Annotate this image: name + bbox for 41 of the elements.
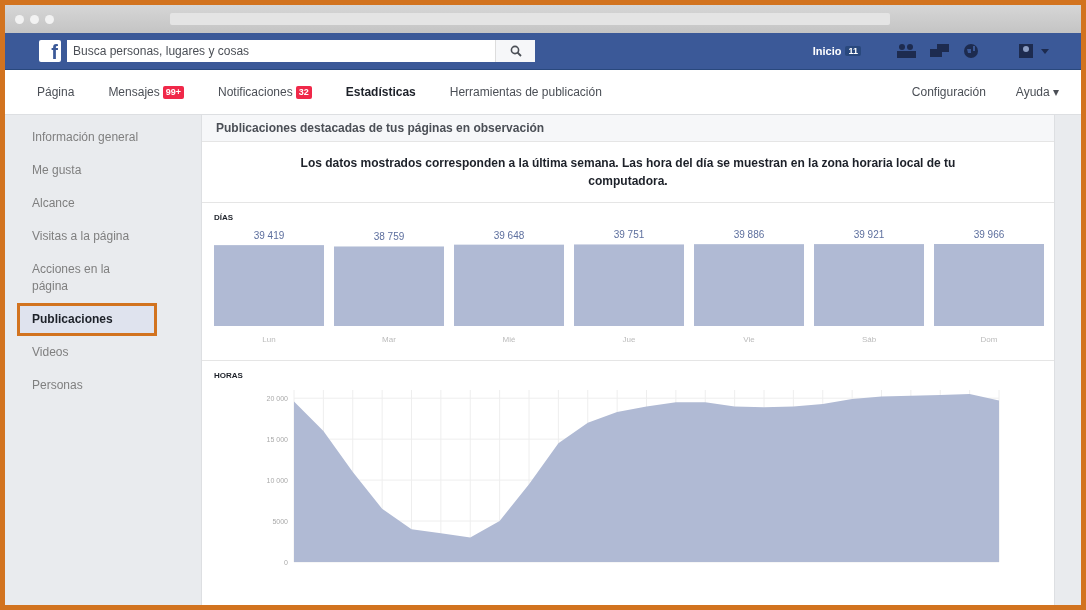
bar-value: 39 751 <box>613 229 645 241</box>
bar-value: 39 648 <box>493 229 525 241</box>
bar-value: 39 921 <box>853 229 885 241</box>
count-badge: 11 <box>845 46 861 56</box>
tab[interactable]: Mensajes 99+ <box>108 85 184 99</box>
count-badge: 99+ <box>162 85 184 99</box>
tab[interactable]: Notificaciones 32 <box>218 85 312 99</box>
search-button[interactable] <box>495 40 535 62</box>
tab[interactable]: Página <box>37 85 75 99</box>
logo[interactable]: f <box>39 40 61 62</box>
menu-link[interactable]: Ayuda ▾ <box>1015 85 1059 99</box>
bar-value: 38 759 <box>373 231 405 243</box>
count-badge: 32 <box>295 85 312 99</box>
tab[interactable]: Herramientas de publicación <box>449 85 602 99</box>
bar-value: 39 966 <box>973 229 1005 240</box>
bar-value: 39 886 <box>733 229 765 241</box>
axis-label: Mar <box>382 335 396 344</box>
axis-label: Dom <box>980 335 998 344</box>
search-field[interactable]: Busca personas, lugares y cosas <box>67 40 495 62</box>
sidebar-item[interactable]: Me gusta <box>17 154 157 187</box>
sidebar-item[interactable]: Información general <box>17 121 157 154</box>
home-link[interactable]: Inicio 11 <box>806 44 867 58</box>
globe-icon <box>963 43 979 59</box>
menu-link[interactable]: Configuración <box>911 85 986 99</box>
sidebar-item[interactable]: Acciones en la página <box>17 253 157 303</box>
search-icon <box>509 45 522 57</box>
axis-label: Sáb <box>861 335 877 344</box>
bar-value: 39 419 <box>253 230 285 242</box>
chat-icon <box>929 43 951 59</box>
tab[interactable]: Estadísticas <box>345 85 416 99</box>
axis-label: Mié <box>502 335 516 344</box>
section-label: HORAS <box>214 371 244 380</box>
axis-label: Jue <box>622 335 636 344</box>
avatar-icon <box>1019 44 1033 58</box>
notice-text: Los datos mostrados corresponden a la última semana. Las hora del día se muestran en la zona horaria local de tu computadora. <box>202 142 1054 203</box>
section-label: DÍAS <box>214 213 235 222</box>
panel-title: Publicaciones destacadas de tus páginas en observación <box>202 115 1054 142</box>
sidebar-item[interactable]: Publicaciones <box>17 303 157 336</box>
friends-icon <box>895 43 917 59</box>
axis-label: Lun <box>262 335 276 344</box>
caret-icon <box>1041 48 1049 54</box>
